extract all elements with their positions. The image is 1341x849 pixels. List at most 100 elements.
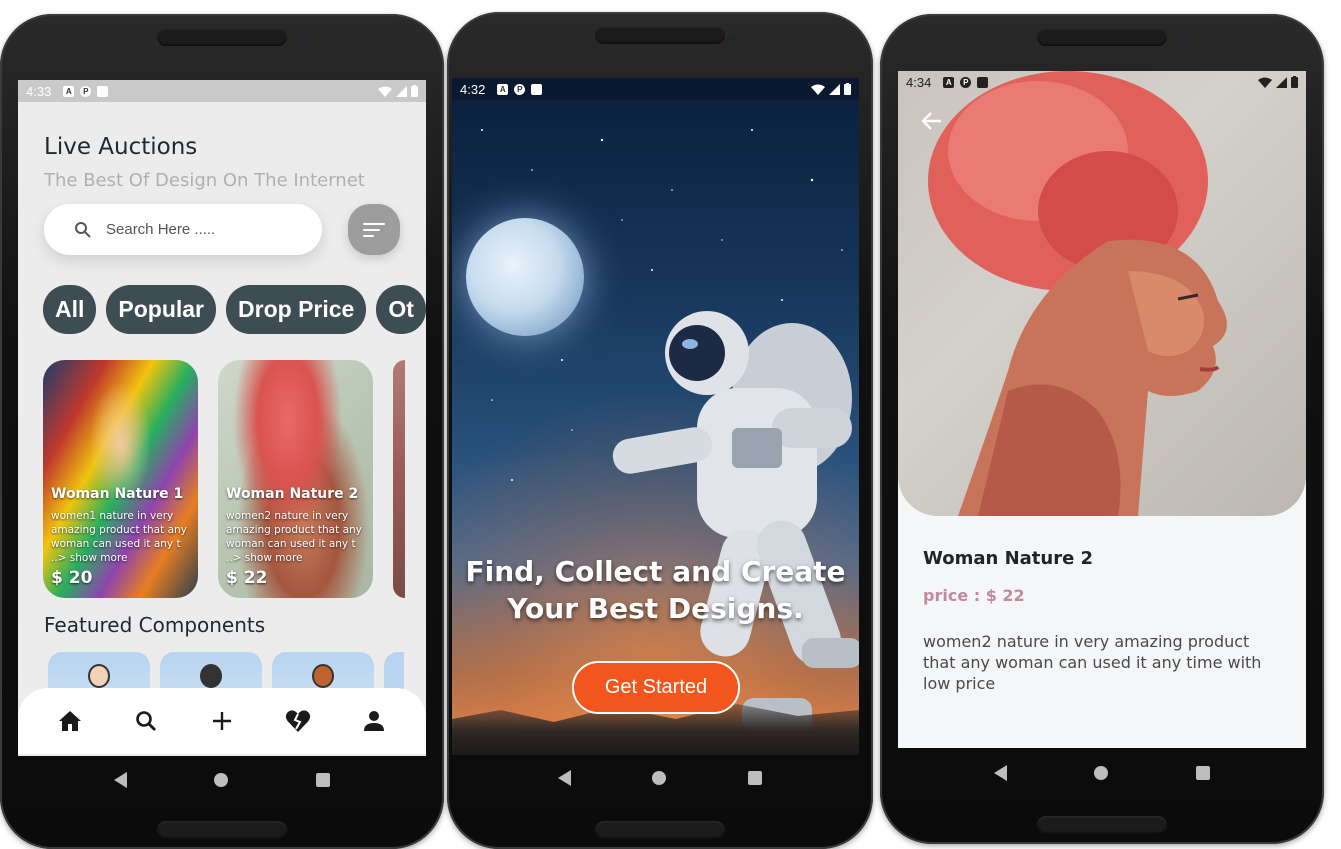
- product-title: Woman Nature 2: [923, 548, 1094, 569]
- status-bar: 4:33 A P: [18, 80, 426, 102]
- woman-portrait-artwork: [928, 71, 1227, 516]
- android-navbar: [447, 755, 873, 801]
- avatar: [200, 664, 222, 688]
- screen: 4:32 A P Find, Collect and Create Your B…: [452, 78, 859, 755]
- status-bar: 4:32 A P: [452, 78, 859, 100]
- battery-icon: [844, 83, 851, 95]
- moon: [466, 218, 584, 336]
- filter-icon: [363, 222, 385, 225]
- filter-button[interactable]: [348, 204, 400, 255]
- chip-drop-price[interactable]: Drop Price: [226, 285, 367, 334]
- add-icon[interactable]: [209, 708, 235, 734]
- auction-card[interactable]: Woman Nature 2 women2 nature in very ama…: [218, 360, 373, 598]
- auction-card-partial[interactable]: [393, 360, 405, 598]
- notification-icons: A P: [63, 85, 109, 97]
- status-bar: 4:34 A P: [898, 71, 1306, 93]
- phone-product-detail: 4:34 A P Woman Nature 2 price : $ 22 wom…: [880, 14, 1324, 844]
- category-chips: All Popular Drop Price Ot: [43, 285, 426, 334]
- app-icon: P: [960, 76, 972, 88]
- hero-headline: Find, Collect and Create Your Best Desig…: [452, 553, 859, 627]
- card-description: women2 nature in very amazing product th…: [226, 510, 362, 564]
- notification-icons: A P: [943, 76, 989, 88]
- system-icons: [1258, 76, 1298, 88]
- recents-nav-icon[interactable]: [316, 773, 331, 787]
- front-camera: [727, 34, 735, 42]
- card-price: $ 22: [226, 568, 268, 588]
- hero-line: Your Best Designs.: [507, 592, 804, 625]
- profile-icon[interactable]: [361, 708, 387, 734]
- search-icon[interactable]: [133, 708, 159, 734]
- search-bar[interactable]: [44, 204, 322, 255]
- heart-broken-icon[interactable]: [285, 708, 311, 734]
- system-icons: [378, 85, 418, 97]
- section-title: Featured Components: [44, 613, 266, 637]
- signal-icon: [396, 85, 407, 97]
- battery-icon: [1291, 76, 1298, 88]
- speaker: [157, 821, 287, 839]
- a-icon: A: [943, 76, 955, 88]
- card-description: women1 nature in very amazing product th…: [51, 510, 187, 564]
- phone-live-auctions: 4:33 A P Live Auctions The Best Of Desig…: [0, 14, 444, 849]
- wifi-icon: [378, 86, 392, 97]
- search-input[interactable]: [106, 221, 276, 238]
- page-title: Live Auctions: [44, 134, 198, 160]
- front-camera: [300, 36, 308, 44]
- sd-card-icon: [97, 85, 109, 97]
- product-image: [898, 71, 1306, 516]
- back-nav-icon[interactable]: [557, 770, 571, 786]
- status-time: 4:32: [460, 81, 486, 97]
- sd-card-icon: [531, 83, 543, 95]
- product-description: women2 nature in very amazing product th…: [923, 632, 1262, 693]
- hero-line: Find, Collect and Create: [465, 555, 846, 588]
- avatar: [88, 664, 110, 688]
- chip-other[interactable]: Ot: [376, 285, 426, 334]
- system-icons: [811, 83, 851, 95]
- android-navbar: [0, 757, 444, 803]
- signal-icon: [1276, 76, 1287, 88]
- get-started-button[interactable]: Get Started: [572, 661, 740, 714]
- recents-nav-icon[interactable]: [748, 771, 763, 785]
- wifi-icon: [1258, 77, 1272, 88]
- product-price: price : $ 22: [923, 586, 1025, 605]
- search-icon: [75, 221, 91, 238]
- page-subtitle: The Best Of Design On The Internet: [44, 170, 365, 191]
- home-nav-icon[interactable]: [214, 773, 229, 787]
- phone-onboarding: 4:32 A P Find, Collect and Create Your B…: [447, 12, 873, 849]
- battery-icon: [411, 85, 418, 97]
- auction-card[interactable]: Woman Nature 1 women1 nature in very ama…: [43, 360, 198, 598]
- back-nav-icon[interactable]: [993, 765, 1007, 781]
- status-time: 4:33: [26, 83, 52, 99]
- bottom-navigation: [18, 688, 426, 754]
- card-title: Woman Nature 1: [51, 486, 184, 502]
- speaker: [1037, 816, 1167, 834]
- card-title: Woman Nature 2: [226, 486, 359, 502]
- speaker: [1037, 28, 1167, 46]
- auction-cards: Woman Nature 1 women1 nature in very ama…: [43, 360, 405, 598]
- app-icon: P: [514, 83, 526, 95]
- screen: 4:34 A P Woman Nature 2 price : $ 22 wom…: [898, 71, 1306, 748]
- card-price: $ 20: [51, 568, 93, 588]
- speaker: [595, 821, 725, 839]
- android-navbar: [880, 750, 1324, 796]
- wifi-icon: [811, 84, 825, 95]
- front-camera: [1180, 36, 1188, 44]
- screen: 4:33 A P Live Auctions The Best Of Desig…: [18, 80, 426, 756]
- speaker: [595, 26, 725, 44]
- back-arrow-icon[interactable]: [920, 109, 944, 133]
- home-nav-icon[interactable]: [652, 771, 667, 785]
- speaker: [157, 28, 287, 46]
- back-nav-icon[interactable]: [113, 772, 127, 788]
- app-icon: P: [80, 85, 92, 97]
- a-icon: A: [497, 83, 509, 95]
- chip-popular[interactable]: Popular: [106, 285, 217, 334]
- home-nav-icon[interactable]: [1094, 766, 1109, 780]
- status-time: 4:34: [906, 74, 932, 90]
- chip-all[interactable]: All: [43, 285, 97, 334]
- recents-nav-icon[interactable]: [1196, 766, 1211, 780]
- sd-card-icon: [977, 76, 989, 88]
- a-icon: A: [63, 85, 75, 97]
- avatar: [312, 664, 334, 688]
- signal-icon: [829, 83, 840, 95]
- home-icon[interactable]: [57, 708, 83, 734]
- notification-icons: A P: [497, 83, 543, 95]
